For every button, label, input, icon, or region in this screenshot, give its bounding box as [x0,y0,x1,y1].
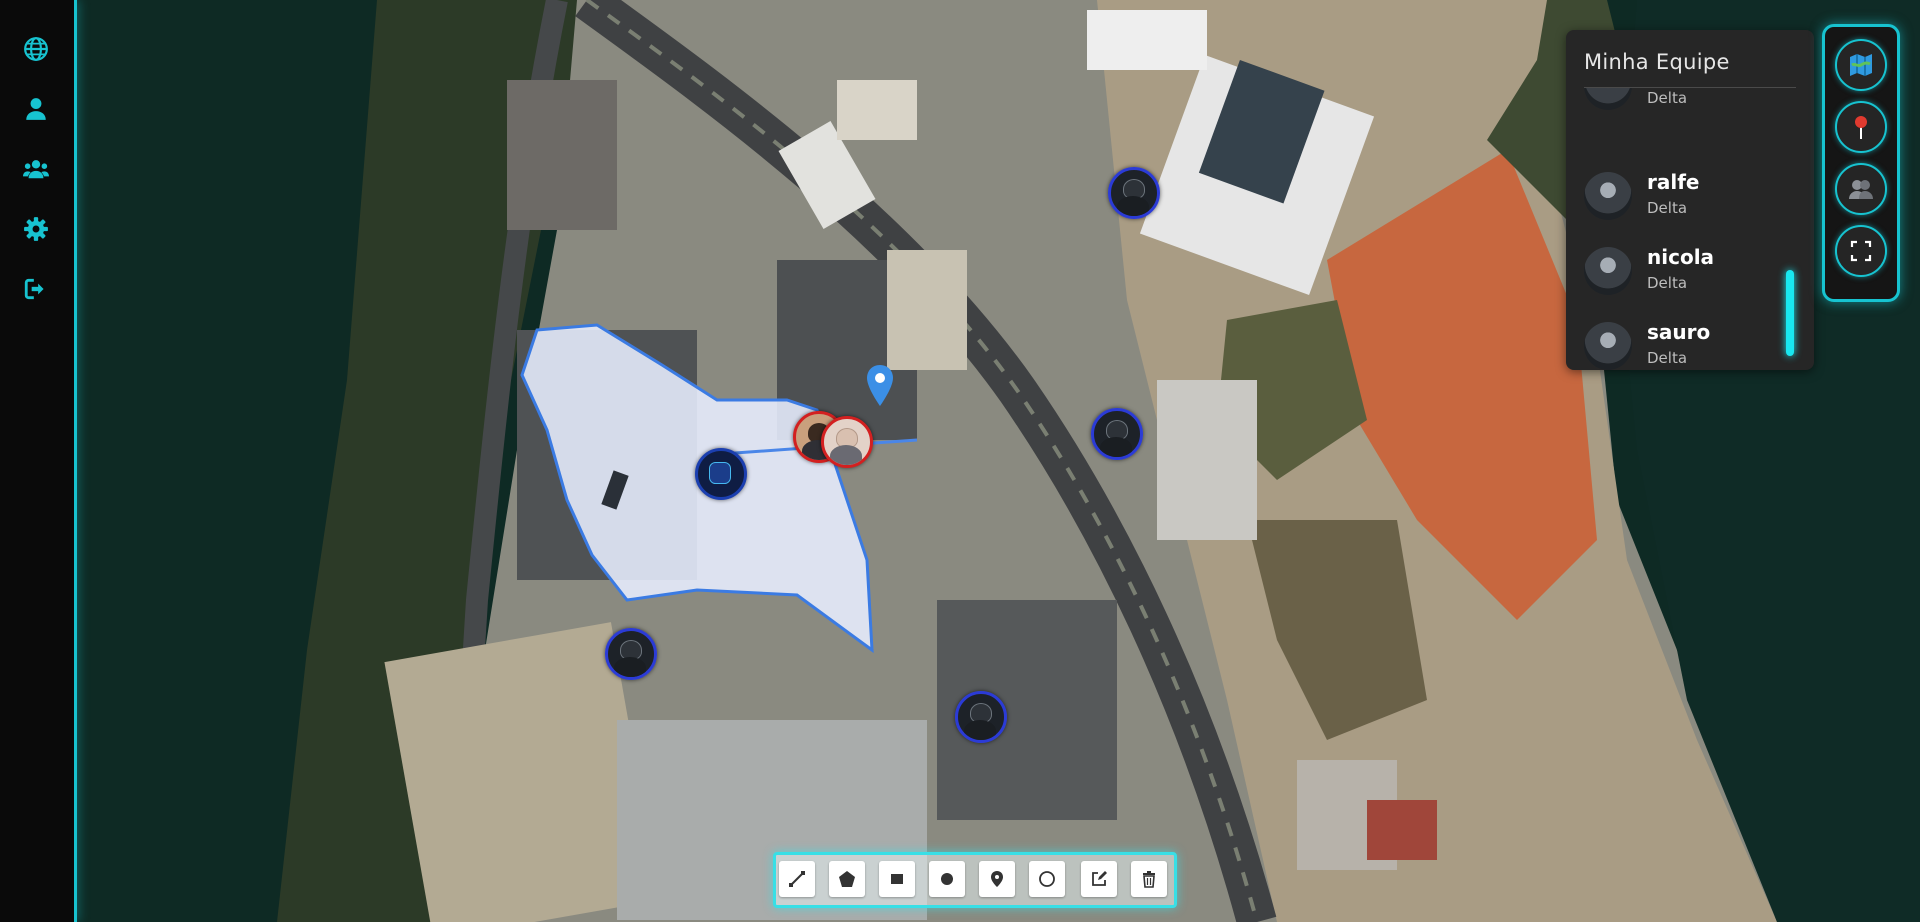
user-icon [26,98,46,120]
avatar [1584,172,1632,220]
map-tools [1822,24,1900,302]
delete-layers-button[interactable] [1131,861,1167,897]
avatar [1584,88,1632,110]
draw-polygon-button[interactable] [829,861,865,897]
draw-polyline-button[interactable] [779,861,815,897]
map-icon [1850,54,1872,76]
team-member-ralfe[interactable]: ralfe Delta [1584,168,1784,228]
nav-globe[interactable] [17,30,55,68]
operator-marker-1[interactable] [1108,167,1160,219]
operator-marker-3[interactable] [605,628,657,680]
team-member-0[interactable]: Delta [1584,88,1784,118]
rectangle-icon [891,874,903,884]
circle-marker-icon [941,873,953,885]
member-name: sauro [1647,320,1711,344]
draw-marker-button[interactable] [979,861,1015,897]
marker-icon [991,871,1003,887]
team-scrollbar[interactable] [1786,270,1794,356]
unit-emblem-marker[interactable] [695,448,747,500]
globe-icon [24,37,48,61]
member-name: ralfe [1647,170,1700,194]
member-name: nicola [1647,245,1715,269]
fullscreen-button[interactable] [1835,225,1887,277]
logout-icon [24,278,44,300]
team-view-button[interactable] [1835,163,1887,215]
nav-logout[interactable] [17,270,55,308]
member-group: Delta [1647,349,1688,367]
draw-circlemarker-button[interactable] [929,861,965,897]
draw-rectangle-button[interactable] [879,861,915,897]
sidebar [0,0,77,922]
team-list[interactable]: Delta ralfe Delta nicola Delta sauro Del… [1566,88,1814,370]
edit-layers-button[interactable] [1081,861,1117,897]
nav-team[interactable] [17,150,55,188]
polygon-icon [839,871,855,887]
operator-marker-2[interactable] [1091,408,1143,460]
gear-icon [24,217,48,241]
draw-toolbar [773,852,1177,908]
trash-icon [1143,871,1155,888]
map-layer-button[interactable] [1835,39,1887,91]
team-icon [1849,180,1873,199]
nav-profile[interactable] [17,90,55,128]
pin-icon [1855,116,1867,139]
team-member-sauro[interactable]: sauro Delta [1584,318,1784,370]
draw-circle-button[interactable] [1029,861,1065,897]
team-panel: Minha Equipe Delta ralfe Delta nicola De… [1566,30,1814,370]
team-member-nicola[interactable]: nicola Delta [1584,243,1784,303]
location-pin-icon[interactable] [865,364,895,408]
edit-icon [1092,871,1107,886]
user-marker-red-2[interactable] [821,416,873,468]
avatar [1584,322,1632,370]
add-marker-button[interactable] [1835,101,1887,153]
member-group: Delta [1647,274,1688,292]
nav-settings[interactable] [17,210,55,248]
users-icon [23,160,49,179]
member-group: Delta [1647,89,1688,107]
avatar [1584,247,1632,295]
fullscreen-icon [1850,240,1872,262]
circle-icon [1039,871,1055,887]
member-group: Delta [1647,199,1688,217]
polyline-icon [789,871,805,887]
operator-marker-4[interactable] [955,691,1007,743]
team-panel-title: Minha Equipe [1584,50,1730,74]
